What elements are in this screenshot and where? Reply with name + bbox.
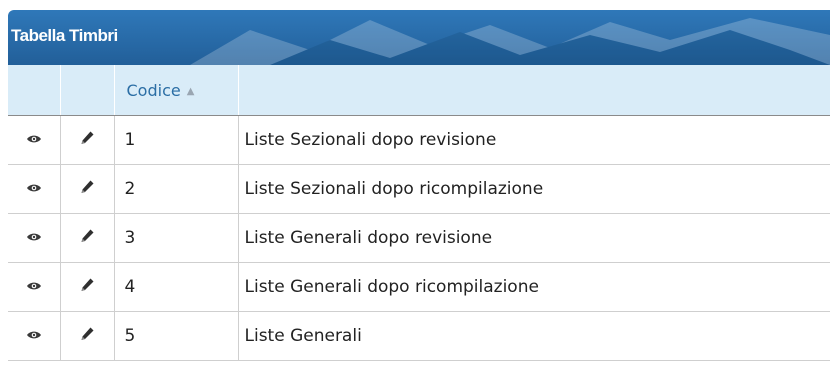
table-row[interactable]: 4 Liste Generali dopo ricompilazione <box>8 262 830 312</box>
edit-cell[interactable] <box>59 115 114 165</box>
pencil-icon[interactable] <box>79 228 95 244</box>
code-cell: 1 <box>113 115 238 165</box>
view-cell[interactable] <box>8 164 60 214</box>
panel-title: Tabella Timbri <box>11 26 118 45</box>
view-cell[interactable] <box>8 115 60 165</box>
table-header-row: Codice ▲ <box>8 65 830 116</box>
view-cell[interactable] <box>8 262 60 312</box>
table-row[interactable]: 2 Liste Sezionali dopo ricompilazione <box>8 164 830 214</box>
sort-icon[interactable]: ▲ <box>187 86 195 97</box>
edit-cell[interactable] <box>59 213 114 263</box>
code-cell: 2 <box>113 164 238 214</box>
eye-icon[interactable] <box>26 182 42 194</box>
table-row[interactable]: 5 Liste Generali <box>8 311 830 361</box>
pencil-icon[interactable] <box>79 179 95 195</box>
table-row[interactable]: 1 Liste Sezionali dopo revisione <box>8 115 830 165</box>
eye-icon[interactable] <box>26 280 42 292</box>
eye-icon[interactable] <box>26 329 42 341</box>
view-cell[interactable] <box>8 213 60 263</box>
code-cell: 4 <box>113 262 238 312</box>
description-cell: Liste Sezionali dopo revisione <box>237 115 830 165</box>
panel-titlebar: Tabella Timbri <box>8 10 830 65</box>
edit-cell[interactable] <box>59 164 114 214</box>
code-cell: 3 <box>113 213 238 263</box>
table-row[interactable]: 3 Liste Generali dopo revisione <box>8 213 830 263</box>
header-code-label[interactable]: Codice <box>127 81 181 100</box>
header-code[interactable]: Codice ▲ <box>113 65 238 116</box>
header-edit <box>59 65 114 116</box>
edit-cell[interactable] <box>59 311 114 361</box>
timbri-table: Codice ▲ 1 Liste Sezionali dopo revisione 2… <box>8 65 830 361</box>
header-description <box>237 65 830 116</box>
pencil-icon[interactable] <box>79 130 95 146</box>
eye-icon[interactable] <box>26 231 42 243</box>
view-cell[interactable] <box>8 311 60 361</box>
titlebar-decoration <box>190 18 830 65</box>
pencil-icon[interactable] <box>79 277 95 293</box>
timbri-panel: Tabella Timbri Codice ▲ 1 Liste Sezionali … <box>8 10 830 365</box>
description-cell: Liste Generali dopo revisione <box>237 213 830 263</box>
header-view <box>8 65 60 116</box>
edit-cell[interactable] <box>59 262 114 312</box>
description-cell: Liste Generali dopo ricompilazione <box>237 262 830 312</box>
eye-icon[interactable] <box>26 133 42 145</box>
code-cell: 5 <box>113 311 238 361</box>
description-cell: Liste Generali <box>237 311 830 361</box>
pencil-icon[interactable] <box>79 326 95 342</box>
description-cell: Liste Sezionali dopo ricompilazione <box>237 164 830 214</box>
